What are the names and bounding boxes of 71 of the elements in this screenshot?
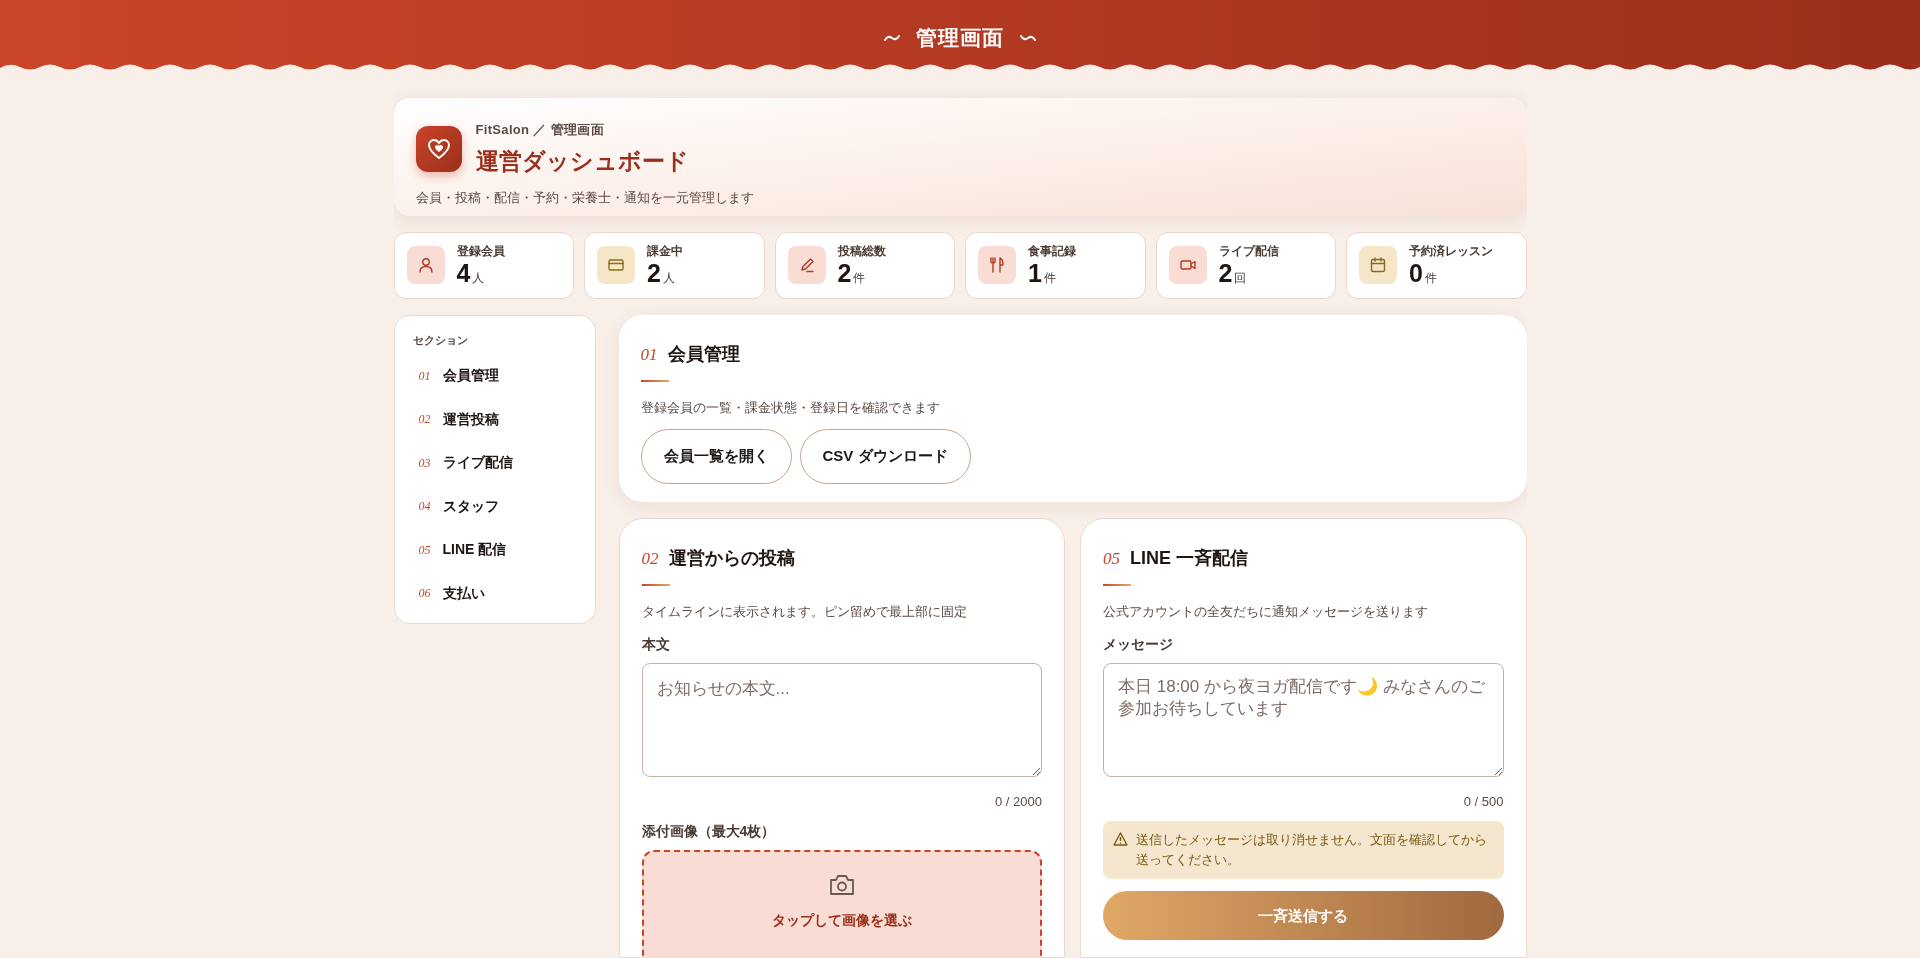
stat-unit: 回 — [1234, 270, 1247, 288]
stat-value: 0 — [1409, 260, 1423, 288]
section-title: 会員管理 — [667, 342, 740, 366]
section-number: 03 — [418, 454, 432, 472]
section-number: 05 — [418, 541, 432, 559]
sidebar-link[interactable]: 03 ライブ配信 — [412, 441, 577, 485]
dashboard-subtitle: 会員・投稿・配信・予約・栄養士・通知を一元管理します — [415, 189, 755, 207]
field-label: 本文 — [641, 634, 671, 654]
char-counter: 0 / 2000 — [995, 792, 1042, 811]
camera-icon — [828, 874, 855, 896]
sidebar-link[interactable]: 05 LINE 配信 — [412, 528, 577, 572]
stat-value: 2 — [837, 260, 852, 288]
stat-unit: 件 — [853, 270, 866, 288]
warning-text: 送信したメッセージは取り消せません。文面を確認してから送ってください。 — [1136, 831, 1488, 870]
sidebar-link[interactable]: 02 運営投稿 — [412, 397, 577, 441]
char-counter: 0 / 500 — [1463, 792, 1504, 811]
sidebar-link[interactable]: 06 支払い — [412, 571, 577, 615]
section-number: 04 — [418, 498, 432, 516]
sidebar-label: 支払い — [442, 583, 485, 603]
sidebar-label: LINE 配信 — [442, 540, 507, 560]
sidebar-link[interactable]: 04 スタッフ — [412, 484, 577, 528]
warning-icon — [1113, 832, 1128, 846]
sidebar-heading: セクション — [412, 332, 469, 348]
stat-value: 1 — [1028, 260, 1042, 288]
stat-label: 課金中 — [647, 243, 683, 261]
heart-logo-icon — [415, 126, 462, 172]
section-title: LINE 一斉配信 — [1130, 547, 1248, 570]
outline-button[interactable]: CSV ダウンロード — [799, 429, 971, 484]
stat-unit: 件 — [1043, 270, 1056, 288]
stat-value: 2 — [647, 260, 661, 288]
stat-value: 4 — [456, 260, 471, 288]
section-title: 運営からの投稿 — [668, 547, 795, 570]
utensils-icon — [988, 256, 1006, 274]
outline-button[interactable]: 会員一覧を開く — [640, 429, 792, 484]
section-number: 01 — [640, 343, 658, 366]
stat-label: 食事記録 — [1028, 243, 1076, 261]
stat-unit: 人 — [472, 270, 485, 288]
credit-card-icon — [607, 256, 625, 274]
dashboard-title: 運営ダッシュボード — [475, 146, 689, 176]
squiggle-icon — [883, 33, 900, 42]
section-number: 02 — [418, 411, 432, 429]
dropzone-label: タップして画像を選ぶ — [771, 911, 912, 930]
field-label: メッセージ — [1103, 634, 1174, 654]
message-textarea[interactable]: 本日 18:00 から夜ヨガ配信です🌙 みなさんのご参加お待ちしています — [1103, 662, 1504, 777]
sidebar-label: 運営投稿 — [442, 409, 499, 429]
calendar-icon — [1369, 256, 1387, 274]
stat-label: 登録会員 — [456, 243, 505, 261]
stat-value: 2 — [1218, 260, 1233, 288]
stat-label: 予約済レッスン — [1409, 243, 1493, 261]
section-description: 登録会員の一覧・課金状態・登録日を確認できます — [640, 398, 941, 417]
section-number: 05 — [1103, 548, 1120, 570]
stat-unit: 人 — [662, 270, 675, 288]
sidebar-link[interactable]: 01 会員管理 — [412, 354, 577, 398]
sidebar-label: ライブ配信 — [442, 453, 513, 473]
squiggle-icon — [1020, 33, 1037, 42]
sidebar-label: 会員管理 — [442, 366, 499, 386]
section-number: 06 — [418, 585, 432, 603]
body-textarea[interactable]: お知らせの本文... — [641, 662, 1042, 777]
section-number: 02 — [641, 548, 659, 570]
field-label: 添付画像（最大4枚） — [641, 822, 777, 841]
section-description: タイムラインに表示されます。ピン留めで最上部に固定 — [641, 603, 968, 621]
section-description: 公式アカウントの全友だちに通知メッセージを送ります — [1103, 603, 1429, 621]
user-icon — [416, 256, 435, 274]
section-number: 01 — [418, 367, 432, 385]
breadcrumb: FitSalon ／ 管理画面 — [475, 121, 605, 139]
page-title: 管理画面 — [915, 25, 1005, 51]
stat-unit: 件 — [1424, 270, 1437, 288]
stat-label: 投稿総数 — [837, 243, 886, 261]
stat-label: ライブ配信 — [1218, 243, 1279, 261]
sidebar-label: スタッフ — [442, 496, 499, 516]
image-dropzone[interactable]: タップして画像を選ぶ — [641, 850, 1042, 958]
